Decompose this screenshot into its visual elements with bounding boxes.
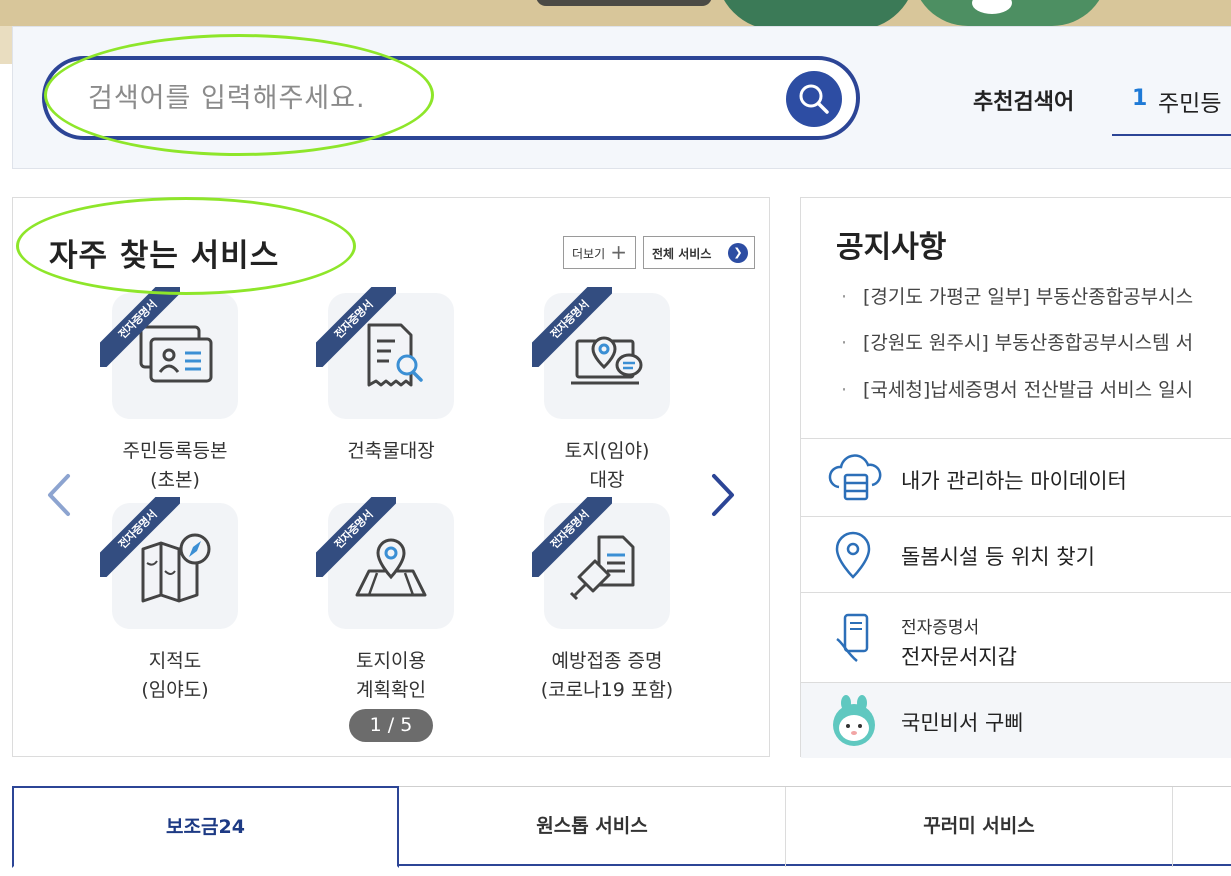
recommend-keywords-label: 추천검색어 (973, 90, 1075, 115)
quick-link-label: 국민비서 구삐 (901, 711, 1024, 735)
quick-link-e-wallet[interactable]: 전자증명서 전자문서지갑 (801, 592, 1231, 682)
carousel-next-button[interactable] (708, 472, 738, 518)
service-tile-vaccination-certificate[interactable]: 전자증명서 예방접종 증명 (코로나19 포함) (444, 497, 673, 713)
e-certificate-badge: 전자증명서 (316, 287, 396, 367)
tab-subsidy24[interactable]: 보조금24 (12, 786, 399, 868)
quick-link-sublabel: 전자증명서 (901, 618, 980, 638)
more-label: 더보기 (572, 247, 606, 261)
all-services-label: 전체 서비스 (652, 247, 712, 261)
chevron-right-icon (712, 474, 734, 516)
location-pin-icon (835, 531, 871, 579)
search-input[interactable] (88, 76, 748, 120)
tile-label: 예방접종 증명 (코로나19 포함) (540, 650, 674, 701)
notice-title: 공지사항 (836, 230, 947, 265)
tab-onestop[interactable]: 원스톱 서비스 (399, 787, 786, 867)
banner-decoration (536, 0, 712, 6)
service-tabs: 보조금24 원스톱 서비스 꾸러미 서비스 (12, 786, 1231, 868)
all-services-button[interactable]: 전체 서비스 ❯ (643, 236, 755, 269)
quick-link-care-location[interactable]: 돌봄시설 등 위치 찾기 (801, 516, 1231, 592)
e-certificate-badge: 전자증명서 (100, 287, 180, 367)
e-certificate-badge: 전자증명서 (316, 497, 396, 577)
gubbi-mascot-icon (833, 695, 875, 746)
tab-more[interactable] (1173, 787, 1231, 867)
service-tile-cadastral-map[interactable]: 전자증명서 지적도 (임야도) (12, 497, 238, 713)
e-certificate-badge: 전자증명서 (532, 497, 612, 577)
recommend-rank: 1 (1132, 86, 1148, 111)
recommend-keyword-1[interactable]: 1 주민등 (1112, 72, 1231, 136)
cloud-database-icon (828, 454, 882, 501)
service-tile-land-use-plan[interactable]: 전자증명서 토지이용 계획확인 (228, 497, 454, 713)
e-certificate-badge: 전자증명서 (100, 497, 180, 577)
search-icon (799, 84, 829, 114)
service-tile-building-register[interactable]: 전자증명서 건축물대장 (228, 287, 454, 503)
carousel-pager: 1 / 5 (349, 709, 433, 742)
quick-link-my-data[interactable]: 내가 관리하는 마이데이터 (801, 438, 1231, 516)
quick-link-assistant[interactable]: 국민비서 구삐 (801, 682, 1231, 758)
tile-label: 토지(임야) 대장 (564, 440, 650, 491)
search-button[interactable] (786, 71, 842, 127)
notice-item[interactable]: · [강원도 원주시] 부동산종합공부시스템 서 (841, 328, 1231, 355)
plus-icon: + (610, 240, 627, 264)
quick-link-label: 전자문서지갑 (901, 645, 1017, 669)
notice-card: 공지사항 · [경기도 가평군 일부] 부동산종합공부시스 · [강원도 원주시] … (800, 197, 1231, 758)
service-tile-land-register[interactable]: 전자증명서 토지(임야) 대장 (444, 287, 670, 503)
phone-hand-icon (836, 613, 869, 662)
recommend-text: 주민등 (1158, 91, 1222, 117)
chevron-right-icon: ❯ (728, 243, 748, 263)
tab-bundle[interactable]: 꾸러미 서비스 (786, 787, 1173, 867)
quick-link-label: 돌봄시설 등 위치 찾기 (901, 545, 1095, 569)
notice-item[interactable]: · [국세청]납세증명서 전산발급 서비스 일시 (841, 375, 1231, 402)
section-title: 자주 찾는 서비스 (49, 238, 280, 274)
chevron-left-icon (48, 474, 70, 516)
quick-link-label: 내가 관리하는 마이데이터 (901, 469, 1127, 493)
notice-item[interactable]: · [경기도 가평군 일부] 부동산종합공부시스 (841, 282, 1231, 309)
search-box (42, 56, 860, 140)
more-button[interactable]: 더보기 + (563, 236, 636, 269)
e-certificate-badge: 전자증명서 (532, 287, 612, 367)
carousel-prev-button[interactable] (44, 472, 74, 518)
